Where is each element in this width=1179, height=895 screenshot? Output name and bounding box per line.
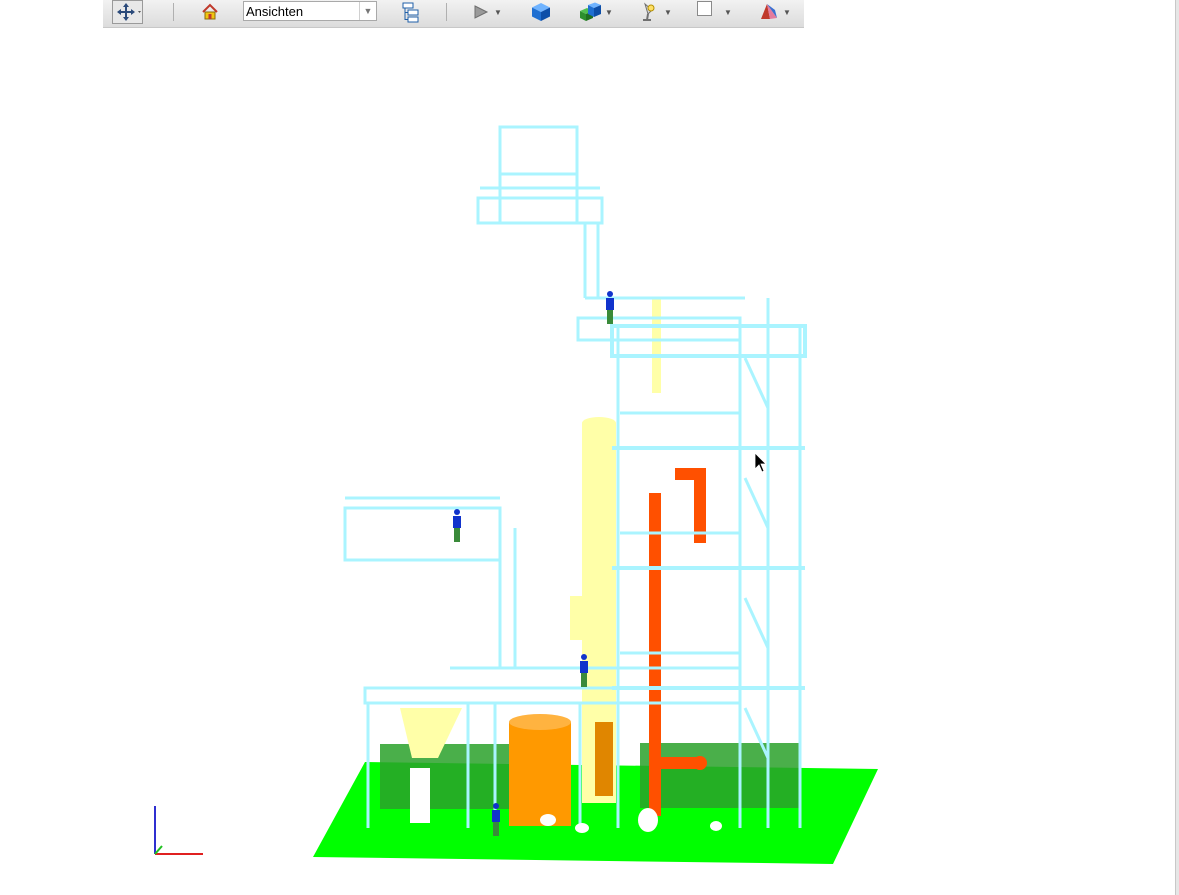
views-dropdown[interactable]: Ansichten ▼ xyxy=(243,1,377,21)
equipment-base xyxy=(380,744,520,809)
chevron-down-icon[interactable]: ▼ xyxy=(664,8,672,17)
worker-figure xyxy=(453,509,461,542)
chevron-down-icon[interactable]: ▼ xyxy=(724,8,732,17)
chevron-down-icon[interactable]: ▼ xyxy=(783,8,791,17)
shading-mode-button[interactable]: ▼ xyxy=(576,0,613,24)
lighting-button[interactable]: ▼ xyxy=(639,0,672,24)
lamp-icon xyxy=(643,2,655,21)
toolbar-separator xyxy=(173,3,174,21)
background-button[interactable]: ▼ xyxy=(696,0,732,24)
toolbar-separator xyxy=(446,3,447,21)
home-button[interactable] xyxy=(200,0,220,24)
section-wedge-icon xyxy=(761,4,777,19)
y-axis xyxy=(154,845,163,855)
animation-play-button[interactable]: ▼ xyxy=(471,0,502,24)
model-tree-icon xyxy=(402,2,419,23)
mouse-cursor-icon xyxy=(754,452,767,473)
chevron-down-icon[interactable]: ▼ xyxy=(494,8,502,17)
home-icon xyxy=(202,3,218,20)
navigate-tool-button[interactable] xyxy=(112,0,144,24)
blank-page-icon xyxy=(697,1,712,16)
model-tree-button[interactable] xyxy=(400,0,422,24)
play-icon xyxy=(474,5,489,19)
section-cut-button[interactable]: ▼ xyxy=(758,0,791,24)
equipment-base xyxy=(640,743,800,808)
viewport-scrollbar[interactable] xyxy=(1175,0,1179,895)
navigate-cross-icon xyxy=(112,0,143,24)
chevron-down-icon[interactable]: ▼ xyxy=(359,2,376,20)
views-dropdown-value: Ansichten xyxy=(246,3,304,19)
shading-boxes-icon xyxy=(580,2,601,21)
solid-view-button[interactable] xyxy=(530,0,552,24)
axis-triad xyxy=(154,806,203,855)
pipe-flange xyxy=(693,756,707,770)
chevron-down-icon[interactable]: ▼ xyxy=(605,8,613,17)
worker-figure xyxy=(606,291,614,324)
main-toolbar: Ansichten ▼ ▼ ▼ ▼ ▼ ▼ xyxy=(103,0,804,28)
3d-viewport[interactable] xyxy=(0,28,1176,895)
solid-cube-icon xyxy=(532,3,550,21)
